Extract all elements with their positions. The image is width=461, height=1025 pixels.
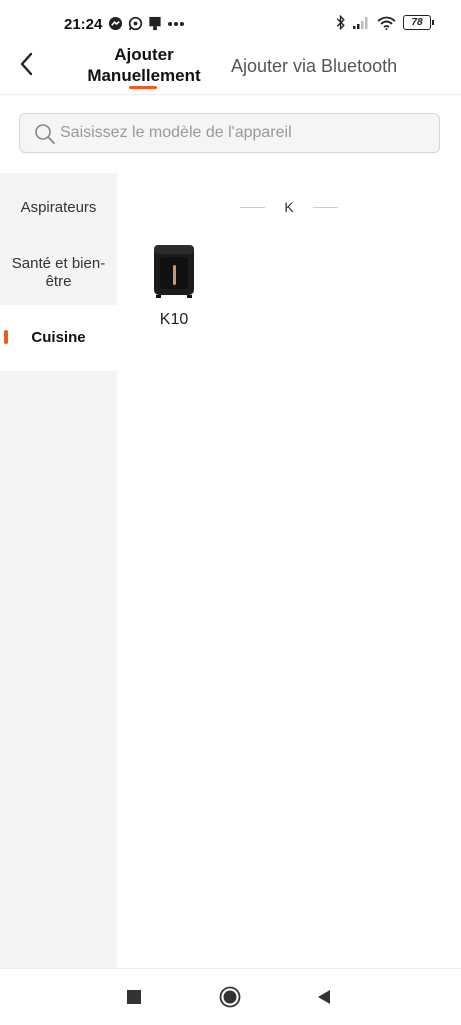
active-tab-indicator [129,86,157,89]
section-header: K [240,199,338,217]
tab-add-manually[interactable]: Ajouter Manuellement [78,44,210,86]
air-fryer-image [154,245,194,298]
sidebar-item-cuisine[interactable]: Cuisine [0,305,117,371]
messenger-icon [108,16,123,31]
wifi-icon [377,16,396,30]
header: Ajouter Manuellement Ajouter via Bluetoo… [0,44,461,95]
status-right-icons: 78 [336,15,434,30]
search-input[interactable] [60,114,430,152]
notification-icon [149,16,161,31]
status-bar: 21:24 78 [0,0,461,46]
search-icon [35,124,55,144]
back-icon[interactable] [314,987,334,1007]
signal-icon [353,17,368,29]
status-time: 21:24 [64,16,103,33]
more-dots-icon [168,21,184,26]
search-box[interactable] [19,113,440,153]
recent-apps-icon[interactable] [124,987,144,1007]
category-sidebar: Aspirateurs Santé et bien-être Cuisine [0,173,117,968]
status-left-icons [108,16,185,31]
home-icon[interactable] [219,986,241,1008]
back-arrow-icon[interactable] [14,50,42,78]
device-label: K10 [159,311,189,328]
divider-line [313,207,338,208]
sidebar-item-aspirateurs[interactable]: Aspirateurs [0,199,117,217]
battery-icon: 78 [403,15,434,30]
active-category-marker [4,330,8,344]
system-nav-bar [0,968,461,1025]
device-card-k10[interactable]: K10 [133,234,215,334]
tab-add-via-bluetooth[interactable]: Ajouter via Bluetooth [231,56,397,77]
whatsapp-icon [128,16,143,31]
bluetooth-icon [336,15,345,30]
sidebar-item-label: Cuisine [31,329,86,346]
sidebar-item-sante-bien-etre[interactable]: Santé et bien-être [0,255,117,291]
